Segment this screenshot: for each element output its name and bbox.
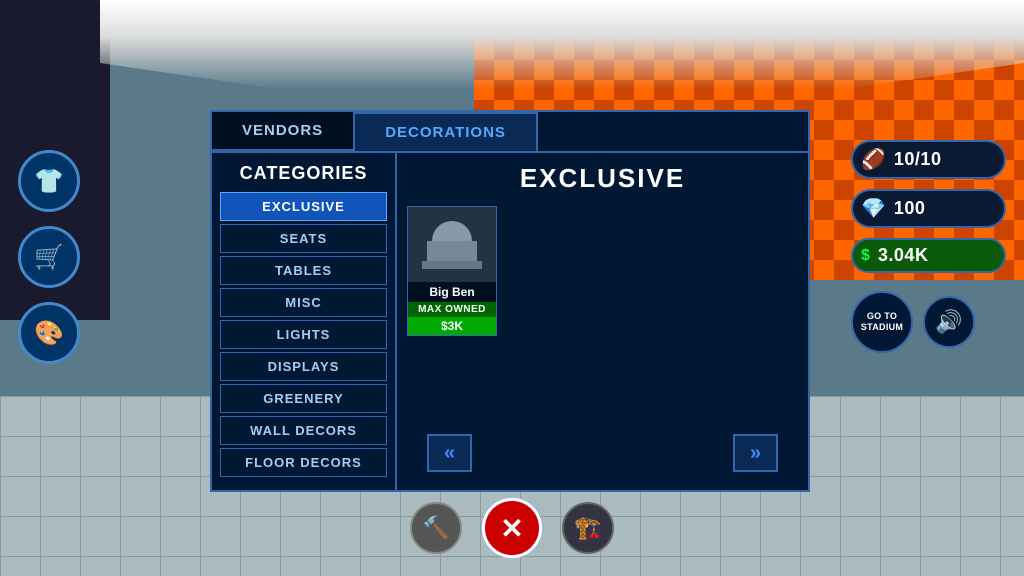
tab-vendors[interactable]: VENDORS [212,112,353,151]
sidebar-shirt-button[interactable]: 👕 [18,150,80,212]
content-area: EXCLUSIVE Big Ben MAX OWNED $3K [397,153,808,490]
sound-button[interactable]: 🔊 [923,296,975,348]
right-hud: 🏈 10/10 💎 100 $ 3.04K GO TOSTADIUM 🔊 [851,140,1006,353]
close-icon: ✕ [500,512,523,545]
category-wall-decors[interactable]: WALL DECORS [220,416,387,445]
build-icon: 🏗️ [574,515,601,541]
hammer-icon: 🔨 [422,515,449,541]
cart-icon: 🛒 [34,243,64,272]
hud-diamond-bar: 💎 100 [851,189,1006,228]
money-icon: $ [861,247,870,265]
navigation-arrows: « » [407,426,798,480]
prev-page-button[interactable]: « [427,434,472,472]
categories-title: CATEGORIES [220,163,387,184]
go-to-stadium-button[interactable]: GO TOSTADIUM [851,291,913,353]
hud-bottom-row: GO TOSTADIUM 🔊 [851,291,1006,353]
hud-football-bar: 🏈 10/10 [851,140,1006,179]
sound-icon: 🔊 [935,309,962,335]
hammer-tool-button[interactable]: 🔨 [410,502,462,554]
categories-column: CATEGORIES EXCLUSIVE SEATS TABLES MISC L… [212,153,397,490]
main-panel: VENDORS DECORATIONS CATEGORIES EXCLUSIVE… [210,110,810,492]
category-exclusive[interactable]: EXCLUSIVE [220,192,387,221]
build-tool-button[interactable]: 🏗️ [562,502,614,554]
bottom-toolbar: 🔨 ✕ 🏗️ [410,498,614,558]
football-value: 10/10 [894,149,942,170]
category-lights[interactable]: LIGHTS [220,320,387,349]
paint-icon: 🎨 [34,319,64,348]
tabs-row: VENDORS DECORATIONS [212,112,808,151]
category-seats[interactable]: SEATS [220,224,387,253]
diamond-value: 100 [894,198,926,219]
category-misc[interactable]: MISC [220,288,387,317]
close-button[interactable]: ✕ [482,498,542,558]
category-displays[interactable]: DISPLAYS [220,352,387,381]
panel-body: CATEGORIES EXCLUSIVE SEATS TABLES MISC L… [212,151,808,490]
go-stadium-label: GO TOSTADIUM [861,311,903,333]
next-page-button[interactable]: » [733,434,778,472]
content-section-title: EXCLUSIVE [407,163,798,194]
item-big-ben-price: $3K [408,317,496,335]
item-big-ben-owned-badge: MAX OWNED [408,302,496,317]
item-big-ben-name: Big Ben [408,282,496,302]
item-big-ben-image [407,207,497,282]
category-tables[interactable]: TABLES [220,256,387,285]
football-icon: 🏈 [861,147,886,172]
shirt-icon: 👕 [34,167,64,196]
money-value: 3.04K [878,245,929,266]
diamond-icon: 💎 [861,196,886,221]
left-sidebar: 👕 🛒 🎨 [18,150,80,364]
category-greenery[interactable]: GREENERY [220,384,387,413]
background-ceiling [100,0,1024,90]
tab-decorations[interactable]: DECORATIONS [353,112,538,151]
items-grid: Big Ben MAX OWNED $3K [407,206,798,336]
hud-money-bar: $ 3.04K [851,238,1006,273]
sidebar-paint-button[interactable]: 🎨 [18,302,80,364]
item-card-big-ben[interactable]: Big Ben MAX OWNED $3K [407,206,497,336]
category-floor-decors[interactable]: FLOOR DECORS [220,448,387,477]
dome-decoration-icon [422,221,482,269]
sidebar-cart-button[interactable]: 🛒 [18,226,80,288]
